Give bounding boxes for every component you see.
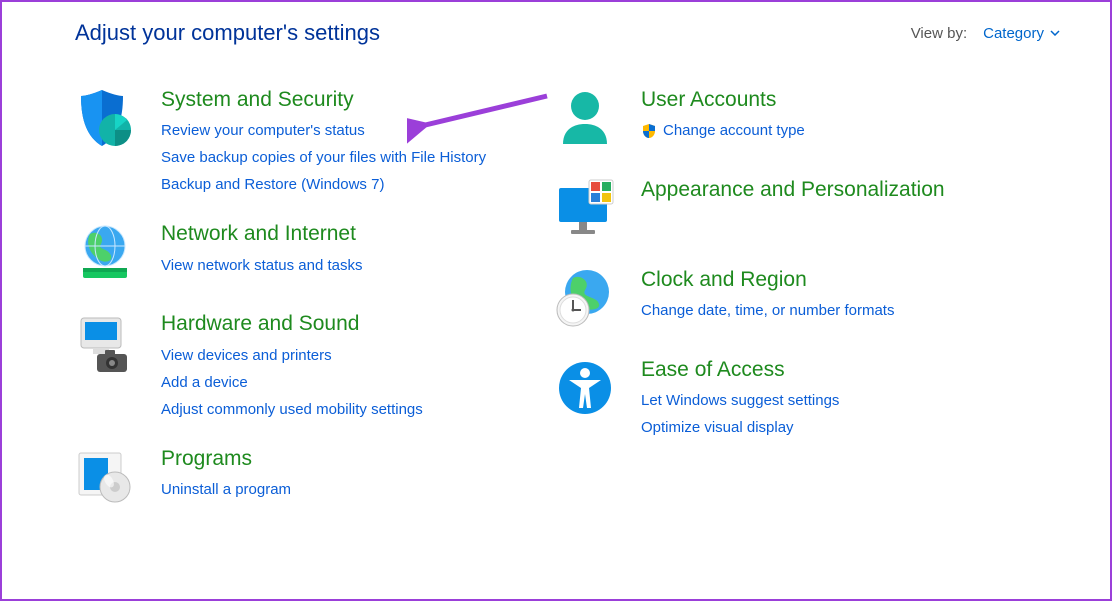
category-hardware: Hardware and Sound View devices and prin… — [75, 310, 555, 422]
category-ease-of-access: Ease of Access Let Windows suggest setti… — [555, 356, 1035, 441]
view-by-dropdown[interactable]: Category — [983, 25, 1060, 42]
view-by: View by: Category — [911, 25, 1060, 42]
link-user-accounts[interactable]: User Accounts — [641, 86, 805, 113]
accessibility-icon — [555, 356, 617, 441]
link-hardware-sound[interactable]: Hardware and Sound — [161, 310, 423, 337]
category-appearance: Appearance and Personalization — [555, 176, 1035, 244]
globe-icon — [75, 220, 137, 288]
link-mobility-settings[interactable]: Adjust commonly used mobility settings — [161, 396, 423, 423]
user-icon — [555, 86, 617, 154]
category-programs: Programs Uninstall a program — [75, 445, 555, 513]
link-change-account-type[interactable]: Change account type — [641, 117, 805, 144]
link-optimize-display[interactable]: Optimize visual display — [641, 414, 839, 441]
link-network-status[interactable]: View network status and tasks — [161, 252, 363, 279]
link-backup-restore[interactable]: Backup and Restore (Windows 7) — [161, 171, 486, 198]
category-user-accounts: User Accounts Change account type — [555, 86, 1035, 154]
programs-icon — [75, 445, 137, 513]
link-date-time-formats[interactable]: Change date, time, or number formats — [641, 297, 894, 324]
link-programs[interactable]: Programs — [161, 445, 291, 472]
link-ease-of-access[interactable]: Ease of Access — [641, 356, 839, 383]
clock-globe-icon — [555, 266, 617, 334]
link-system-security[interactable]: System and Security — [161, 86, 486, 113]
page-title: Adjust your computer's settings — [75, 20, 380, 46]
shield-icon — [75, 86, 137, 198]
uac-shield-icon — [641, 123, 657, 139]
category-network: Network and Internet View network status… — [75, 220, 555, 288]
monitor-icon — [555, 176, 617, 244]
link-add-device[interactable]: Add a device — [161, 369, 423, 396]
link-uninstall-program[interactable]: Uninstall a program — [161, 476, 291, 503]
category-clock-region: Clock and Region Change date, time, or n… — [555, 266, 1035, 334]
link-file-history[interactable]: Save backup copies of your files with Fi… — [161, 144, 486, 171]
chevron-down-icon — [1050, 30, 1060, 36]
category-system-security: System and Security Review your computer… — [75, 86, 555, 198]
link-suggest-settings[interactable]: Let Windows suggest settings — [641, 387, 839, 414]
link-devices-printers[interactable]: View devices and printers — [161, 342, 423, 369]
printer-camera-icon — [75, 310, 137, 422]
link-review-status[interactable]: Review your computer's status — [161, 117, 486, 144]
column-right: User Accounts Change account type — [555, 86, 1035, 535]
link-appearance-personalization[interactable]: Appearance and Personalization — [641, 176, 945, 203]
view-by-label: View by: — [911, 25, 967, 42]
column-left: System and Security Review your computer… — [75, 86, 555, 535]
link-clock-region[interactable]: Clock and Region — [641, 266, 894, 293]
link-network-internet[interactable]: Network and Internet — [161, 220, 363, 247]
